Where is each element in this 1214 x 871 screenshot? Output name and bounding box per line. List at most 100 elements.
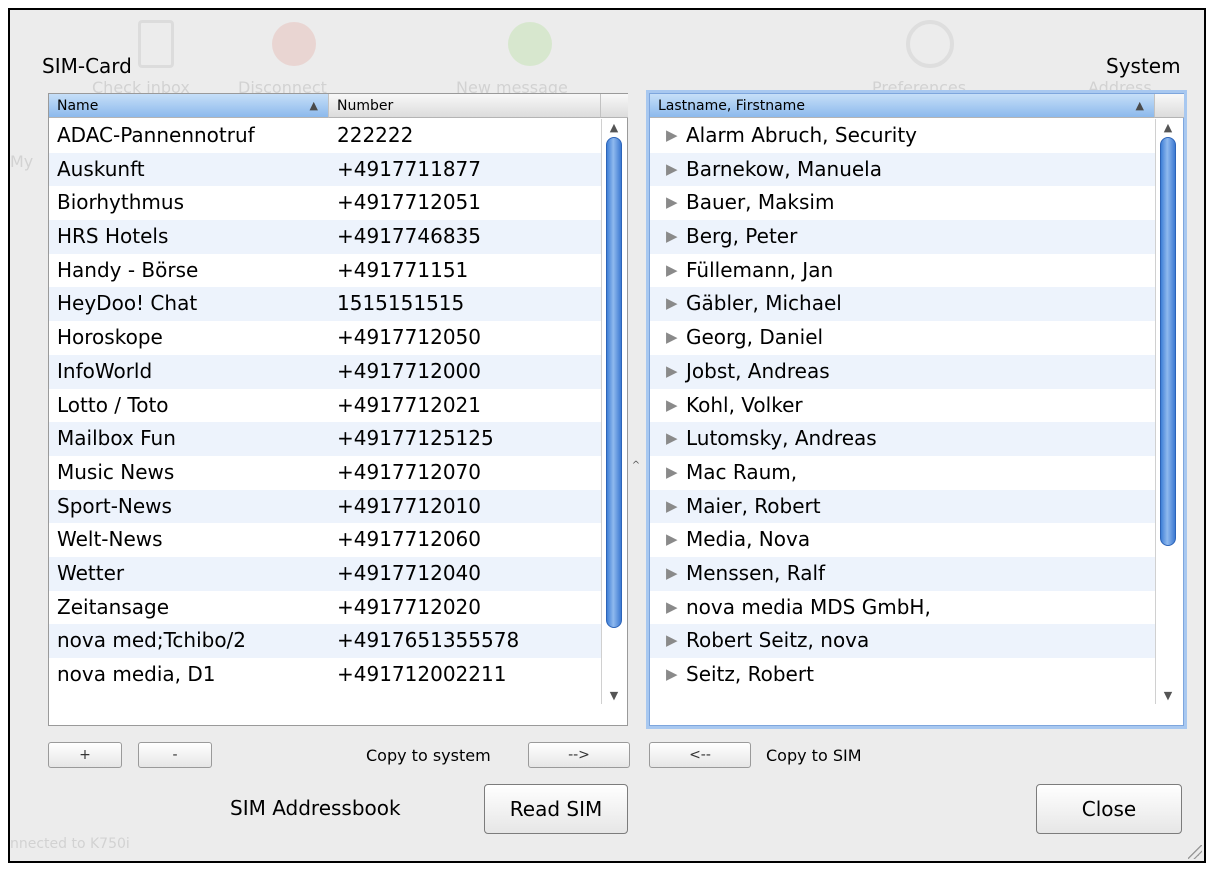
table-row[interactable]: Lotto / Toto +4917712021 xyxy=(49,389,601,423)
table-row[interactable]: ▶ Bauer, Maksim xyxy=(650,186,1155,220)
scroll-down-icon[interactable]: ▼ xyxy=(1156,689,1180,702)
system-scroll-thumb[interactable] xyxy=(1160,137,1176,546)
table-row[interactable]: ADAC-Pannennotruf 222222 xyxy=(49,119,601,153)
table-row[interactable]: ▶ Mac Raum, xyxy=(650,456,1155,490)
system-row-name: Georg, Daniel xyxy=(686,325,824,350)
disclosure-triangle-icon[interactable]: ▶ xyxy=(666,193,678,211)
disclosure-triangle-icon[interactable]: ▶ xyxy=(666,396,678,414)
system-row-name: Mac Raum, xyxy=(686,459,798,484)
disclosure-triangle-icon[interactable]: ▶ xyxy=(666,294,678,312)
scroll-up-icon[interactable]: ▲ xyxy=(602,121,626,134)
sim-scroll-thumb[interactable] xyxy=(606,137,622,628)
table-row[interactable]: HeyDoo! Chat 1515151515 xyxy=(49,287,601,322)
table-row[interactable]: ▶ Füllemann, Jan xyxy=(650,254,1155,288)
disclosure-triangle-icon[interactable]: ▶ xyxy=(666,463,678,481)
disclosure-triangle-icon[interactable]: ▶ xyxy=(666,530,678,548)
table-row[interactable]: HRS Hotels +4917746835 xyxy=(49,220,601,254)
system-row-name: Kohl, Volker xyxy=(686,392,803,417)
table-row[interactable]: ▶ Kohl, Volker xyxy=(650,389,1155,423)
sim-column-header-number[interactable]: Number xyxy=(329,94,601,118)
disclosure-triangle-icon[interactable]: ▶ xyxy=(666,160,678,178)
sim-row-name: Auskunft xyxy=(57,156,145,181)
table-row[interactable]: ▶ Alarm Abruch, Security xyxy=(650,119,1155,153)
disclosure-triangle-icon[interactable]: ▶ xyxy=(666,429,678,447)
sim-row-number: 222222 xyxy=(337,123,414,147)
table-row[interactable]: Auskunft +4917711877 xyxy=(49,152,601,187)
remove-entry-button[interactable]: - xyxy=(138,742,212,768)
sim-addressbook-dialog: Check inbox Disconnect New message Prefe… xyxy=(8,8,1206,863)
copy-to-system-button[interactable]: --> xyxy=(528,742,630,768)
table-row[interactable]: ▶ Lutomsky, Andreas xyxy=(650,422,1155,456)
sim-header-corner xyxy=(601,94,628,118)
sim-row-name: HRS Hotels xyxy=(57,224,169,249)
system-column-header-name[interactable]: Lastname, Firstname ▲ xyxy=(650,94,1155,118)
sim-row-name: ADAC-Pannennotruf xyxy=(57,123,255,147)
table-row[interactable]: Welt-News +4917712060 xyxy=(49,523,601,557)
sim-row-number: +4917712020 xyxy=(337,594,482,619)
sim-row-name: Handy - Börse xyxy=(57,257,199,282)
disclosure-triangle-icon[interactable]: ▶ xyxy=(666,328,678,346)
table-row[interactable]: ▶ Jobst, Andreas xyxy=(650,354,1155,389)
table-row[interactable]: ▶ Media, Nova xyxy=(650,523,1155,557)
sim-row-number: +4917712060 xyxy=(337,527,482,552)
disconnect-ghost-icon xyxy=(272,22,316,66)
sim-row-name: Music News xyxy=(57,459,175,484)
disclosure-triangle-icon[interactable]: ▶ xyxy=(666,665,678,683)
disclosure-triangle-icon[interactable]: ▶ xyxy=(666,598,678,616)
sim-rows: ADAC-Pannennotruf 222222 Auskunft +49177118… xyxy=(49,119,601,692)
table-row[interactable]: ▶ nova media MDS GmbH, xyxy=(650,591,1155,625)
system-scrollbar[interactable]: ▲ ▼ xyxy=(1155,119,1179,704)
table-row[interactable]: Wetter +4917712040 xyxy=(49,556,601,591)
system-row-name: Menssen, Ralf xyxy=(686,560,826,585)
split-handle-icon[interactable]: ^ xyxy=(629,460,643,471)
sim-row-name: Welt-News xyxy=(57,527,163,552)
table-row[interactable]: InfoWorld +4917712000 xyxy=(49,354,601,389)
table-row[interactable]: ▶ Seitz, Robert xyxy=(650,658,1155,692)
sim-column-header-name[interactable]: Name ▲ xyxy=(49,94,329,118)
table-row[interactable]: Mailbox Fun +49177125125 xyxy=(49,422,601,456)
sim-row-number: +4917712010 xyxy=(337,493,482,518)
disclosure-triangle-icon[interactable]: ▶ xyxy=(666,564,678,582)
system-row-name: Gäbler, Michael xyxy=(686,291,842,316)
sim-row-name: Mailbox Fun xyxy=(57,426,176,451)
table-row[interactable]: ▶ Menssen, Ralf xyxy=(650,556,1155,591)
sim-table[interactable]: Name ▲ Number ADAC-Pannennotruf 222222 Aus… xyxy=(48,93,628,726)
sim-row-number: +4917712051 xyxy=(337,190,482,215)
sim-row-name: Lotto / Toto xyxy=(57,392,169,417)
copy-to-sim-label: Copy to SIM xyxy=(766,746,862,765)
disclosure-triangle-icon[interactable]: ▶ xyxy=(666,362,678,380)
system-header-corner xyxy=(1155,94,1184,118)
disclosure-triangle-icon[interactable]: ▶ xyxy=(666,497,678,515)
disclosure-triangle-icon[interactable]: ▶ xyxy=(666,261,678,279)
disclosure-triangle-icon[interactable]: ▶ xyxy=(666,631,678,649)
table-row[interactable]: ▶ Georg, Daniel xyxy=(650,321,1155,355)
scroll-up-icon[interactable]: ▲ xyxy=(1156,121,1180,134)
sim-row-number: +4917746835 xyxy=(337,224,482,249)
sim-card-label: SIM-Card xyxy=(42,54,132,78)
table-row[interactable]: nova media, D1 +491712002211 xyxy=(49,658,601,692)
scroll-down-icon[interactable]: ▼ xyxy=(602,689,626,702)
table-row[interactable]: ▶ Berg, Peter xyxy=(650,220,1155,254)
table-row[interactable]: Sport-News +4917712010 xyxy=(49,489,601,524)
table-row[interactable]: ▶ Gäbler, Michael xyxy=(650,287,1155,322)
table-row[interactable]: ▶ Robert Seitz, nova xyxy=(650,624,1155,658)
table-row[interactable]: ▶ Maier, Robert xyxy=(650,489,1155,524)
table-row[interactable]: Handy - Börse +491771151 xyxy=(49,254,601,288)
sim-row-name: Sport-News xyxy=(57,493,172,518)
disclosure-triangle-icon[interactable]: ▶ xyxy=(666,227,678,245)
resize-grip-icon[interactable] xyxy=(1188,845,1202,859)
table-row[interactable]: Biorhythmus +4917712051 xyxy=(49,186,601,220)
add-entry-button[interactable]: + xyxy=(48,742,122,768)
copy-to-sim-button[interactable]: <-- xyxy=(649,742,751,768)
disclosure-triangle-icon[interactable]: ▶ xyxy=(666,126,678,144)
table-row[interactable]: Horoskope +4917712050 xyxy=(49,321,601,355)
table-row[interactable]: Zeitansage +4917712020 xyxy=(49,591,601,625)
read-sim-button[interactable]: Read SIM xyxy=(484,784,628,834)
table-row[interactable]: Music News +4917712070 xyxy=(49,456,601,490)
table-row[interactable]: ▶ Barnekow, Manuela xyxy=(650,152,1155,187)
sim-row-name: Horoskope xyxy=(57,325,163,350)
sim-scrollbar[interactable]: ▲ ▼ xyxy=(601,119,625,704)
system-table[interactable]: Lastname, Firstname ▲ ▶ Alarm Abruch, Sec… xyxy=(649,93,1184,726)
close-button[interactable]: Close xyxy=(1036,784,1182,834)
table-row[interactable]: nova med;Tchibo/2 +4917651355578 xyxy=(49,624,601,658)
